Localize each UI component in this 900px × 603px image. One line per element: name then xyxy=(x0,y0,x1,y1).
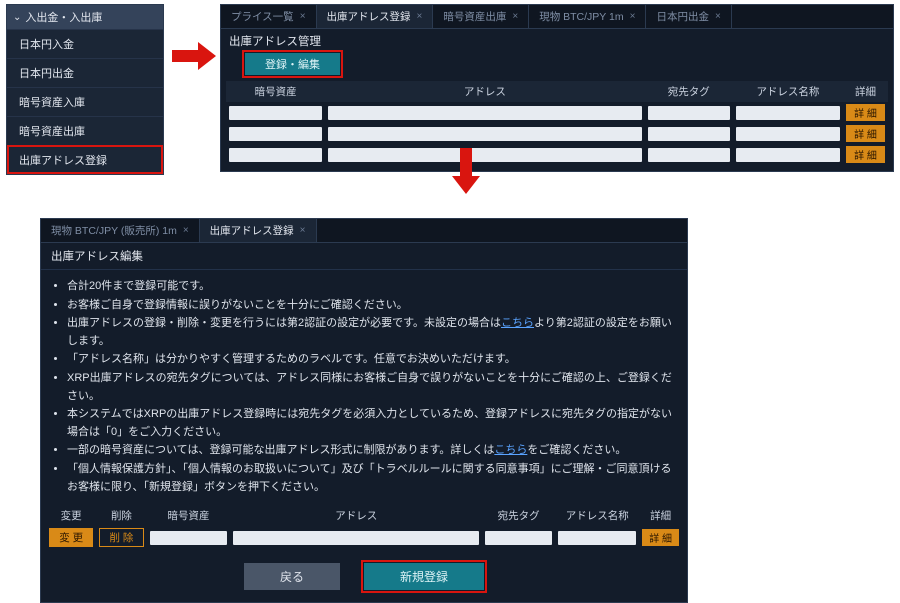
col-dest-tag: 宛先タグ xyxy=(645,81,733,102)
arrow-right-icon xyxy=(172,44,216,68)
note-link[interactable]: こちら xyxy=(494,444,527,456)
dest-tag-cell xyxy=(648,127,730,141)
table-row: 詳 細 xyxy=(226,102,888,123)
sidebar-item-withdraw-jpy[interactable]: 日本円出金 xyxy=(7,58,163,87)
address-cell xyxy=(328,148,642,162)
sidebar-item-crypto-out[interactable]: 暗号資産出庫 xyxy=(7,116,163,145)
note-item: XRP出庫アドレスの宛先タグについては、アドレス同様にお客様ご自身で誤りがないこ… xyxy=(67,370,675,405)
addr-name-cell xyxy=(736,106,840,120)
col-asset: 暗号資産 xyxy=(226,81,325,102)
register-edit-button[interactable]: 登録・編集 xyxy=(245,53,340,75)
col-detail: 詳細 xyxy=(639,505,682,526)
note-item: 一部の暗号資産については、登録可能な出庫アドレス形式に制限があります。詳しくはこ… xyxy=(67,442,675,460)
col-asset: 暗号資産 xyxy=(147,505,231,526)
dest-tag-cell xyxy=(648,148,730,162)
sidebar-item-crypto-in[interactable]: 暗号資産入庫 xyxy=(7,87,163,116)
tab-spot-btcjpy-1m[interactable]: 現物 BTC/JPY 1m× xyxy=(529,5,646,28)
edit-table: 変更 削除 暗号資産 アドレス 宛先タグ アドレス名称 詳細 変 更 削 除 詳… xyxy=(46,505,682,549)
tabbar: 現物 BTC/JPY (販売所) 1m× 出庫アドレス登録× xyxy=(41,219,687,243)
panel-address-management: プライス一覧× 出庫アドレス登録× 暗号資産出庫× 現物 BTC/JPY 1m×… xyxy=(220,4,894,172)
sidebar: ⌄ 入出金・入出庫 日本円入金 日本円出金 暗号資産入庫 暗号資産出庫 出庫アド… xyxy=(6,4,164,175)
new-register-button[interactable]: 新規登録 xyxy=(364,563,484,590)
tab-address-register[interactable]: 出庫アドレス登録× xyxy=(200,219,317,242)
close-icon[interactable]: × xyxy=(630,11,636,22)
addr-name-cell xyxy=(736,127,840,141)
close-icon[interactable]: × xyxy=(715,11,721,22)
chevron-down-icon: ⌄ xyxy=(13,12,21,23)
button-row: 戻る 新規登録 xyxy=(41,557,687,602)
address-table: 暗号資産 アドレス 宛先タグ アドレス名称 詳細 詳 細詳 細詳 細 xyxy=(226,81,888,165)
col-addr-name: アドレス名称 xyxy=(555,505,639,526)
note-item: 「個人情報保護方針」、「個人情報のお取扱いについて」及び「トラベルルールに関する… xyxy=(67,461,675,496)
note-item: お客様ご自身で登録情報に誤りがないことを十分にご確認ください。 xyxy=(67,297,675,315)
col-change: 変更 xyxy=(46,505,96,526)
note-item: 合計20件まで登録可能です。 xyxy=(67,278,675,296)
sidebar-item-address-register[interactable]: 出庫アドレス登録 xyxy=(7,145,163,174)
detail-button[interactable]: 詳 細 xyxy=(642,529,679,546)
tab-spot-btcjpy-sales-1m[interactable]: 現物 BTC/JPY (販売所) 1m× xyxy=(41,219,200,242)
tab-price-list[interactable]: プライス一覧× xyxy=(221,5,317,28)
note-item: 本システムではXRPの出庫アドレス登録時には宛先タグを必須入力としているため、登… xyxy=(67,406,675,441)
col-address: アドレス xyxy=(325,81,645,102)
dest-tag-cell xyxy=(485,531,552,545)
change-button[interactable]: 変 更 xyxy=(49,528,93,547)
addr-name-cell xyxy=(736,148,840,162)
panel-title: 出庫アドレス編集 xyxy=(41,243,687,270)
asset-cell xyxy=(229,148,322,162)
panel-title: 出庫アドレス管理 xyxy=(221,29,893,53)
close-icon[interactable]: × xyxy=(183,225,189,236)
back-button[interactable]: 戻る xyxy=(244,563,340,590)
note-link[interactable]: こちら xyxy=(501,317,534,329)
sidebar-header-label: 入出金・入出庫 xyxy=(25,9,102,25)
col-addr-name: アドレス名称 xyxy=(733,81,843,102)
asset-cell xyxy=(229,106,322,120)
detail-button[interactable]: 詳 細 xyxy=(846,125,885,142)
close-icon[interactable]: × xyxy=(512,11,518,22)
arrow-down-icon xyxy=(454,148,478,196)
asset-cell xyxy=(150,531,228,545)
col-address: アドレス xyxy=(230,505,482,526)
dest-tag-cell xyxy=(648,106,730,120)
table-row: 詳 細 xyxy=(226,144,888,165)
address-cell xyxy=(328,127,642,141)
asset-cell xyxy=(229,127,322,141)
close-icon[interactable]: × xyxy=(300,11,306,22)
notes-list: 合計20件まで登録可能です。お客様ご自身で登録情報に誤りがないことを十分にご確認… xyxy=(41,270,687,505)
col-delete: 削除 xyxy=(96,505,146,526)
sidebar-header[interactable]: ⌄ 入出金・入出庫 xyxy=(7,5,163,29)
addr-name-cell xyxy=(558,531,636,545)
tab-address-register[interactable]: 出庫アドレス登録× xyxy=(317,5,434,28)
tabbar: プライス一覧× 出庫アドレス登録× 暗号資産出庫× 現物 BTC/JPY 1m×… xyxy=(221,5,893,29)
panel-address-edit: 現物 BTC/JPY (販売所) 1m× 出庫アドレス登録× 出庫アドレス編集 … xyxy=(40,218,688,603)
tab-withdraw-jpy[interactable]: 日本円出金× xyxy=(646,5,731,28)
sidebar-item-deposit-jpy[interactable]: 日本円入金 xyxy=(7,29,163,58)
col-dest-tag: 宛先タグ xyxy=(482,505,555,526)
delete-button[interactable]: 削 除 xyxy=(99,528,143,547)
close-icon[interactable]: × xyxy=(417,11,423,22)
detail-button[interactable]: 詳 細 xyxy=(846,104,885,121)
note-item: 出庫アドレスの登録・削除・変更を行うには第2認証の設定が必要です。未設定の場合は… xyxy=(67,315,675,350)
detail-button[interactable]: 詳 細 xyxy=(846,146,885,163)
close-icon[interactable]: × xyxy=(300,225,306,236)
tab-crypto-out[interactable]: 暗号資産出庫× xyxy=(433,5,529,28)
table-row: 詳 細 xyxy=(226,123,888,144)
note-item: 「アドレス名称」は分かりやすく管理するためのラベルです。任意でお決めいただけます… xyxy=(67,351,675,369)
address-cell xyxy=(328,106,642,120)
address-cell xyxy=(233,531,479,545)
table-row: 変 更 削 除 詳 細 xyxy=(46,526,682,549)
col-detail: 詳細 xyxy=(843,81,888,102)
